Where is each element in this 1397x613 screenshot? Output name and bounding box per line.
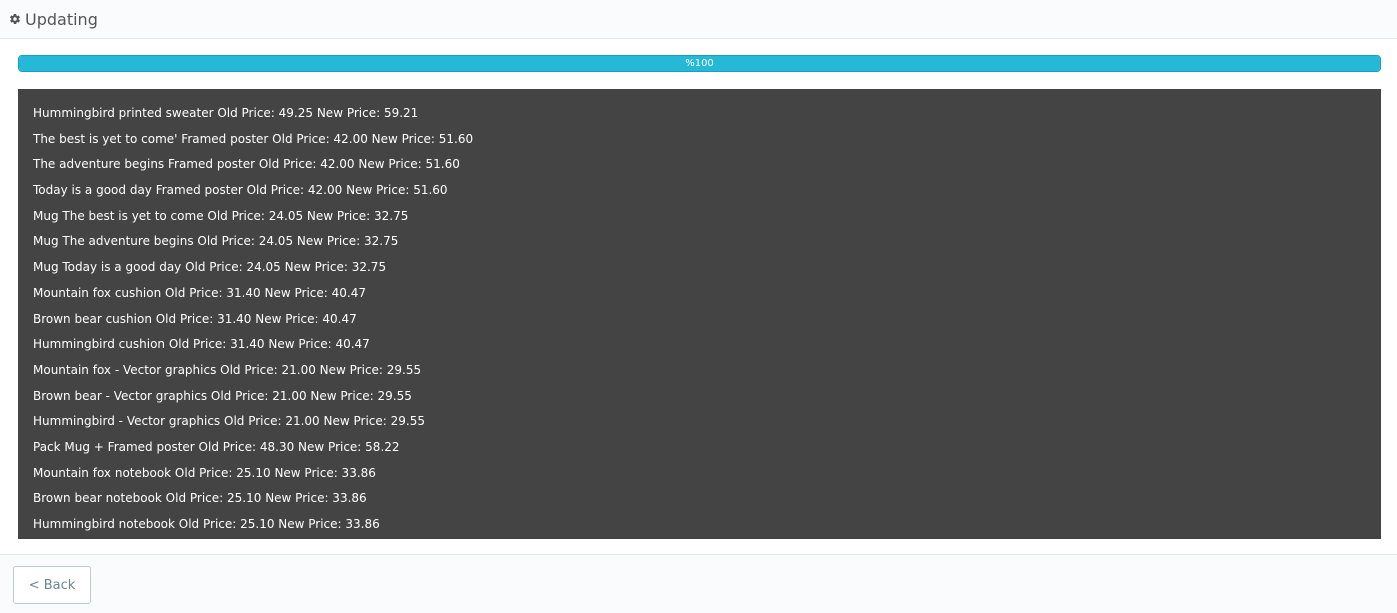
log-line: Mug The adventure begins Old Price: 24.0… [33,234,399,249]
log-line: Hummingbird - Vector graphics Old Price:… [33,414,425,429]
progress-bar: %100 [18,55,1381,72]
log-line: Today is a good day Framed poster Old Pr… [33,183,448,198]
log-line: Mug The best is yet to come Old Price: 2… [33,208,409,223]
panel-footer: < Back [0,554,1397,613]
back-button[interactable]: < Back [13,566,91,604]
log-line: Hummingbird printed sweater Old Price: 4… [33,106,419,120]
log-line: Mug Today is a good day Old Price: 24.05… [33,260,387,275]
log-line: Pack Mug + Framed poster Old Price: 48.3… [33,439,400,454]
log-line: Mountain fox notebook Old Price: 25.10 N… [33,465,376,480]
log-line: Hummingbird cushion Old Price: 31.40 New… [33,337,370,352]
log-line: Mountain fox cushion Old Price: 31.40 Ne… [33,285,366,300]
log-line: Hummingbird notebook Old Price: 25.10 Ne… [33,517,380,531]
update-log: Hummingbird printed sweater Old Price: 4… [18,89,1381,539]
gear-icon [8,13,21,26]
log-line: Brown bear - Vector graphics Old Price: … [33,388,412,403]
log-line: Brown bear notebook Old Price: 25.10 New… [33,491,367,506]
progress-label: %100 [685,58,714,69]
log-line: Mountain fox - Vector graphics Old Price… [33,362,422,377]
progress-fill: %100 [19,56,1380,71]
log-line: Brown bear cushion Old Price: 31.40 New … [33,311,357,326]
update-panel: Updating %100 Hummingbird printed sweate… [0,0,1397,613]
panel-heading: Updating [0,0,1397,39]
log-line: The adventure begins Framed poster Old P… [33,157,460,172]
log-line: The best is yet to come' Framed poster O… [33,131,474,146]
page-title: Updating [25,9,98,29]
